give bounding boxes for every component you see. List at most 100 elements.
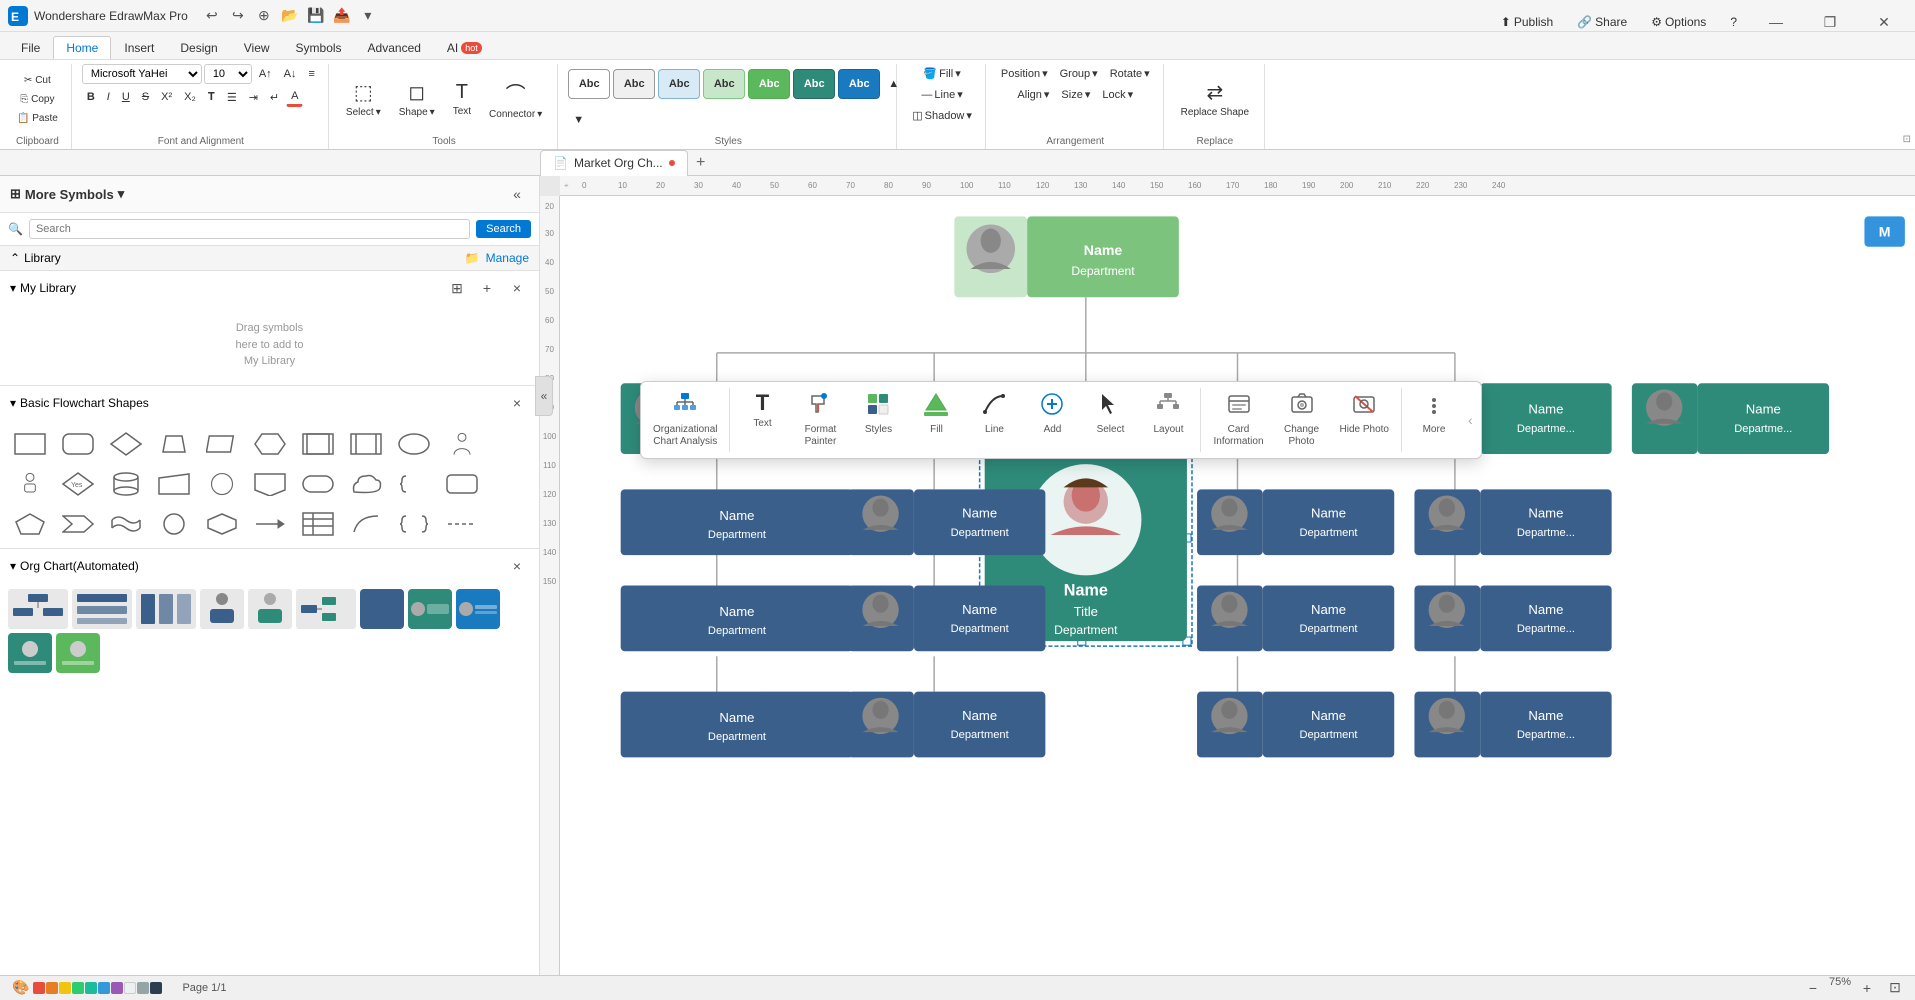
org-shape-blue-photo[interactable] <box>408 589 452 629</box>
tab-view[interactable]: View <box>231 36 283 59</box>
shape-rect[interactable] <box>8 426 52 462</box>
line-btn[interactable]: ― Line ▾ <box>916 85 967 104</box>
org-chart-header[interactable]: ▾ Org Chart(Automated) × <box>0 549 539 583</box>
canvas-area[interactable]: ⌖ 0 10 20 30 40 50 60 70 80 90 100 110 1… <box>540 176 1915 975</box>
shape-brace[interactable] <box>392 466 436 502</box>
org-close-btn[interactable]: × <box>505 554 529 578</box>
help-btn[interactable]: ? <box>1722 13 1745 31</box>
org-shape-blue-rect[interactable] <box>360 589 404 629</box>
shape-rounded-rect[interactable] <box>296 466 340 502</box>
underline-btn[interactable]: U <box>117 88 135 106</box>
font-shrink-btn[interactable]: A↓ <box>279 65 302 83</box>
ft-card-information[interactable]: Card Information <box>1205 388 1271 452</box>
shape-braces[interactable] <box>392 506 436 542</box>
rotate-btn[interactable]: Rotate ▾ <box>1105 64 1155 83</box>
shape-curve[interactable] <box>344 506 388 542</box>
shape-dropdown-btn[interactable]: ◻ Shape ▾ <box>392 76 442 122</box>
style-swatch-7[interactable]: Abc <box>838 69 880 99</box>
org-shape-2[interactable] <box>72 589 132 629</box>
align-btn[interactable]: ≡ <box>304 65 320 83</box>
select-dropdown-btn[interactable]: ⬚ Select ▾ <box>339 76 388 122</box>
strikethrough-btn[interactable]: S <box>137 88 154 106</box>
replace-shape-btn[interactable]: ⇄ Replace Shape <box>1174 76 1256 122</box>
shape-hexagon[interactable] <box>248 426 292 462</box>
my-library-add-group-btn[interactable]: ⊞ <box>445 276 469 300</box>
shape-table[interactable] <box>296 506 340 542</box>
paste-btn[interactable]: 📋 Paste <box>12 110 63 127</box>
group-btn[interactable]: Group ▾ <box>1055 64 1103 83</box>
save-btn[interactable]: 💾 <box>304 4 328 28</box>
list-btn[interactable]: ☰ <box>222 88 242 107</box>
org-shape-card[interactable] <box>456 589 500 629</box>
org-shape-person2[interactable] <box>248 589 292 629</box>
ft-change-photo[interactable]: Change Photo <box>1274 388 1330 452</box>
shape-circle-sm[interactable] <box>152 506 196 542</box>
style-swatch-4[interactable]: Abc <box>703 69 745 99</box>
quick-more-btn[interactable]: ▾ <box>356 4 380 28</box>
font-size-select[interactable]: 10 <box>204 64 252 84</box>
ft-styles[interactable]: Styles <box>850 388 906 452</box>
undo-btn[interactable]: ↩ <box>200 4 224 28</box>
tab-ai[interactable]: AI hot <box>434 36 495 59</box>
shape-trapezoid[interactable] <box>152 426 196 462</box>
tab-insert[interactable]: Insert <box>111 36 167 59</box>
zoom-out-btn[interactable]: − <box>1801 976 1825 1000</box>
superscript-btn[interactable]: X² <box>156 88 177 106</box>
shape-wave[interactable] <box>104 506 148 542</box>
publish-btn[interactable]: ⬆ Publish <box>1493 13 1561 31</box>
fit-btn[interactable]: ⊡ <box>1883 976 1907 1000</box>
my-library-close-btn[interactable]: × <box>505 276 529 300</box>
shape-diamond[interactable] <box>104 426 148 462</box>
swatch-white[interactable] <box>124 982 136 994</box>
minimize-btn[interactable]: — <box>1753 6 1799 38</box>
swatch-red[interactable] <box>33 982 45 994</box>
shape-process[interactable] <box>344 426 388 462</box>
shape-rect-round[interactable] <box>56 426 100 462</box>
shape-parallelogram[interactable] <box>200 426 244 462</box>
tab-design[interactable]: Design <box>167 36 230 59</box>
cut-btn[interactable]: ✂ Cut <box>12 72 63 89</box>
swatch-gray[interactable] <box>137 982 149 994</box>
shape-person2[interactable] <box>8 466 52 502</box>
shape-arrow[interactable] <box>248 506 292 542</box>
style-swatch-1[interactable]: Abc <box>568 69 610 99</box>
tab-home[interactable]: Home <box>53 36 111 59</box>
new-tab-btn[interactable]: + <box>688 150 714 176</box>
shape-off-page[interactable] <box>248 466 292 502</box>
shape-circle[interactable] <box>200 466 244 502</box>
style-swatch-6[interactable]: Abc <box>793 69 835 99</box>
position-btn[interactable]: Position ▾ <box>996 64 1053 83</box>
connector-dropdown-btn[interactable]: ⌒ Connector ▾ <box>482 74 549 124</box>
library-header[interactable]: ⌃ Library 📁 Manage <box>0 246 539 271</box>
options-btn[interactable]: ⚙ Options <box>1643 13 1714 31</box>
swatch-purple[interactable] <box>111 982 123 994</box>
shadow-btn[interactable]: ◫ Shadow ▾ <box>907 106 977 125</box>
org-shape-1[interactable] <box>8 589 68 629</box>
shape-rect-double[interactable] <box>296 426 340 462</box>
shape-pentagon[interactable] <box>8 506 52 542</box>
close-btn[interactable]: ✕ <box>1861 6 1907 38</box>
share-btn[interactable]: 🔗 Share <box>1569 13 1635 31</box>
swatch-orange[interactable] <box>46 982 58 994</box>
new-file-btn[interactable]: ⊕ <box>252 4 276 28</box>
shape-person[interactable] <box>440 426 484 462</box>
basic-close-btn[interactable]: × <box>505 391 529 415</box>
swatch-yellow[interactable] <box>59 982 71 994</box>
ribbon-expand-btn[interactable]: ⊡ <box>1903 134 1911 145</box>
org-shape-horizontal[interactable] <box>296 589 356 629</box>
ft-fill[interactable]: Fill <box>908 388 964 452</box>
zoom-in-btn[interactable]: + <box>1855 976 1879 1000</box>
swatch-dark[interactable] <box>150 982 162 994</box>
outdent-btn[interactable]: ↵ <box>265 88 284 107</box>
text-style-btn[interactable]: 𝐓 <box>203 88 220 107</box>
italic-btn[interactable]: I <box>102 88 115 106</box>
ft-format-painter[interactable]: Format Painter <box>792 388 848 452</box>
search-btn[interactable]: Search <box>476 220 531 238</box>
canvas-content[interactable]: Name Department Name Department <box>560 196 1915 975</box>
my-library-add-btn[interactable]: + <box>475 276 499 300</box>
export-btn[interactable]: 📤 <box>330 4 354 28</box>
doc-tab[interactable]: 📄 Market Org Ch... <box>540 150 688 176</box>
shape-cloud-curve[interactable] <box>344 466 388 502</box>
swatch-green[interactable] <box>72 982 84 994</box>
bold-btn[interactable]: B <box>82 88 100 106</box>
